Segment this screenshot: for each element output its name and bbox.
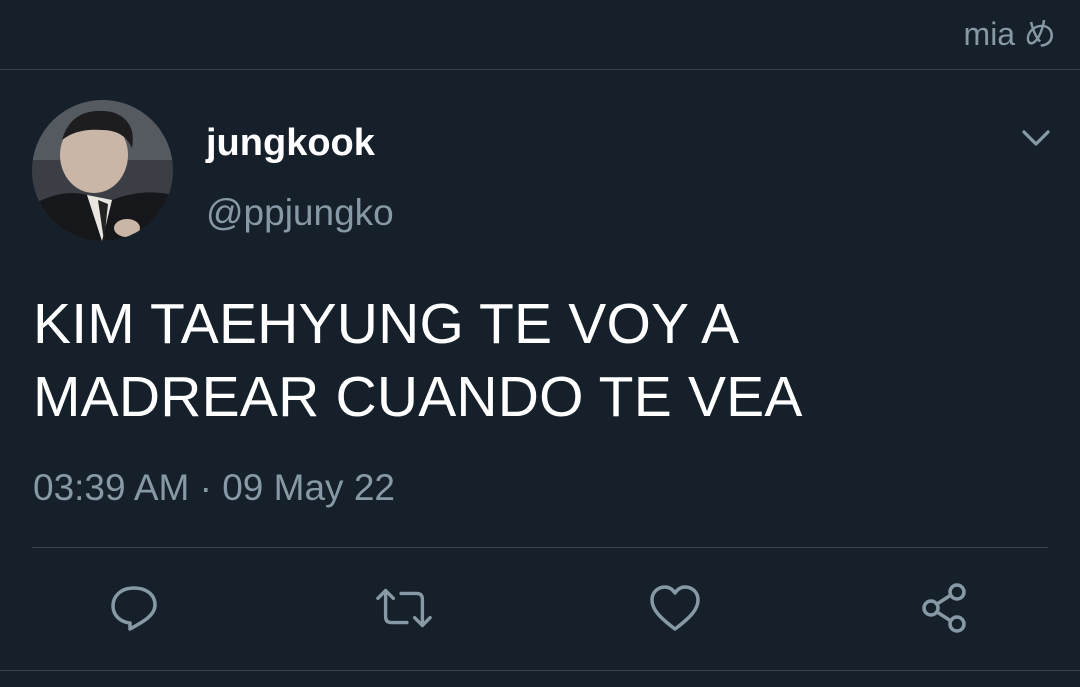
display-name[interactable]: jungkook — [206, 124, 375, 162]
tweet-timestamp[interactable]: 03:39 AM · 09 May 22 — [33, 469, 395, 506]
tweet-actions — [0, 578, 1080, 638]
like-icon — [650, 585, 700, 631]
tweet-text: KIM TAEHYUNG TE VOY A MADREAR CUANDO TE … — [33, 288, 1033, 434]
divider — [32, 547, 1048, 548]
tweet-text-line: MADREAR CUANDO TE VEA — [33, 365, 803, 429]
account-label: mia め — [963, 16, 1056, 52]
avatar-image — [32, 100, 173, 241]
avatar[interactable] — [32, 100, 173, 241]
bottom-divider — [0, 670, 1080, 671]
tweet-text-line: KIM TAEHYUNG TE VOY A — [33, 292, 740, 356]
like-button[interactable] — [645, 578, 705, 638]
reply-button[interactable] — [104, 578, 164, 638]
user-handle[interactable]: @ppjungko — [206, 194, 394, 231]
share-icon — [922, 583, 966, 633]
retweet-icon — [376, 588, 432, 628]
top-bar: mia め — [0, 0, 1080, 70]
chevron-down-icon[interactable] — [1018, 124, 1054, 152]
retweet-button[interactable] — [374, 578, 434, 638]
reply-icon — [111, 586, 157, 631]
share-button[interactable] — [915, 578, 975, 638]
